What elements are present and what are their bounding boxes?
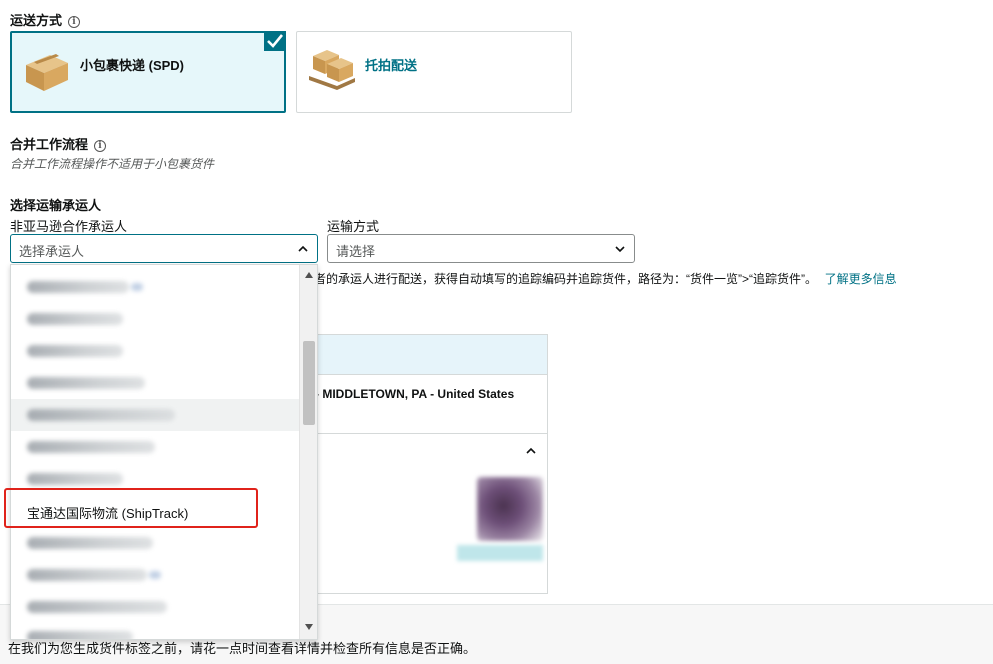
product-image <box>477 477 543 541</box>
list-item[interactable] <box>11 367 301 399</box>
pallet-boxes-icon <box>307 44 357 97</box>
address-city-line: - MIDDLETOWN, PA - United States <box>315 387 515 401</box>
shipment-address-panel: - MIDDLETOWN, PA - United States <box>280 334 548 594</box>
chevron-up-icon[interactable] <box>525 445 537 457</box>
list-item[interactable] <box>11 431 301 463</box>
scroll-down-arrow-icon[interactable] <box>304 623 314 631</box>
cardboard-box-icon <box>22 51 72 96</box>
footer-note: 在我们为您生成货件标签之前，请花一点时间查看详情并检查所有信息是否正确。 <box>8 641 477 656</box>
method-select-placeholder: 请选择 <box>336 244 376 259</box>
list-item[interactable] <box>11 399 301 431</box>
dropdown-scrollbar[interactable] <box>299 265 317 639</box>
scroll-up-arrow-icon[interactable] <box>304 271 314 279</box>
carrier-dropdown-list[interactable]: 宝通达国际物流 (ShipTrack) <box>10 264 318 640</box>
shipping-option-pallet[interactable]: 托拍配送 <box>296 31 572 113</box>
chevron-down-icon <box>615 246 625 253</box>
carrier-field-label: 非亚马逊合作承运人 <box>10 219 128 234</box>
workflow-title: 合并工作流程 i <box>10 134 107 153</box>
list-item[interactable] <box>11 591 301 623</box>
shipping-method-title: 运送方式 i <box>10 10 81 29</box>
scroll-thumb[interactable] <box>303 341 315 425</box>
list-item[interactable] <box>11 621 301 639</box>
learn-more-link[interactable]: 了解更多信息 <box>825 272 897 286</box>
list-item[interactable] <box>11 271 301 303</box>
product-caption <box>457 545 543 561</box>
carrier-hint: 者的承运人进行配送，获得自动填写的追踪编码并追踪货件，路径为：“货件一览”>“追… <box>314 270 897 287</box>
carrier-hint-text: 者的承运人进行配送，获得自动填写的追踪编码并追踪货件，路径为：“货件一览”>“追… <box>314 272 817 286</box>
checkmark-icon <box>264 31 286 51</box>
list-item[interactable] <box>11 303 301 335</box>
chevron-up-icon <box>298 245 308 252</box>
info-icon[interactable]: i <box>94 140 107 152</box>
info-icon[interactable]: i <box>68 16 81 28</box>
panel-divider <box>281 433 547 434</box>
list-item[interactable] <box>11 335 301 367</box>
list-item[interactable] <box>11 559 301 591</box>
carrier-section-title: 选择运输承运人 <box>10 198 102 213</box>
spd-option-label: 小包裹快递 (SPD) <box>80 58 185 73</box>
panel-header <box>281 335 547 375</box>
method-field-label: 运输方式 <box>327 219 380 234</box>
carrier-select-placeholder: 选择承运人 <box>19 244 85 259</box>
highlight-box <box>4 488 258 528</box>
carrier-select[interactable]: 选择承运人 <box>10 234 318 263</box>
shipping-option-spd[interactable]: 小包裹快递 (SPD) <box>10 31 286 113</box>
list-item[interactable] <box>11 527 301 559</box>
pallet-option-label: 托拍配送 <box>365 58 418 73</box>
workflow-note: 合并工作流程操作不适用于小包裹货件 <box>10 157 215 171</box>
transport-method-select[interactable]: 请选择 <box>327 234 635 263</box>
